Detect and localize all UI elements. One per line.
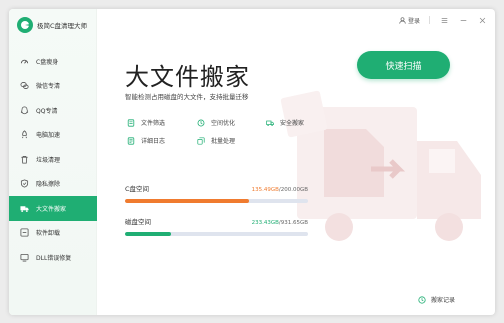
disk-total: /200.00GB: [278, 187, 308, 193]
uninstall-icon: [20, 228, 29, 237]
disk-used: 135.49GB: [251, 187, 279, 193]
feature-label: 安全搬家: [280, 120, 305, 127]
feature-safe-move: 安全搬家: [266, 118, 304, 127]
page-subtitle: 智能检测占用磁盘的大文件，支持批量迁移: [125, 93, 249, 101]
rocket-icon: [20, 130, 29, 139]
disk-usage-all: 磁盘空间 233.43GB/931.65GB: [125, 216, 308, 236]
log-icon: [127, 136, 135, 145]
disk-used: 233.43GB: [251, 220, 279, 226]
feature-label: 批量处理: [211, 138, 236, 145]
sidebar-item-4[interactable]: 电脑加速: [9, 123, 97, 148]
sidebar-item-9[interactable]: DLL错误修复: [9, 245, 97, 270]
quick-scan-button[interactable]: 快速扫描: [357, 51, 450, 79]
sidebar: 极简C盘清理大师 C盘瘦身微信专清 QQ专清电脑加速垃圾清理隐私擦除大文件搬家软件…: [9, 9, 97, 315]
disk-progress-fill: [125, 232, 171, 236]
feature-log: 详细日志: [127, 136, 165, 145]
sidebar-item-6[interactable]: 隐私擦除: [9, 172, 97, 197]
sidebar-item-label: 微信专清: [36, 83, 61, 91]
login-label: 登录: [407, 17, 420, 25]
feature-label: 文件筛选: [141, 120, 166, 127]
close-button[interactable]: [477, 15, 487, 25]
feature-label: 详细日志: [141, 138, 166, 145]
app-window: 极简C盘清理大师 C盘瘦身 微信专清 QQ专清 电脑加速 垃圾清理 隐私擦除 大文件搬家 软件…: [9, 9, 495, 315]
sidebar-item-label: 电脑加速: [36, 132, 61, 140]
shield-icon: [20, 179, 29, 188]
feature-label: 空间优化: [211, 120, 236, 127]
minimize-button[interactable]: [458, 15, 468, 25]
gauge-icon: [20, 57, 29, 66]
feature-batch: 批量处理: [197, 136, 235, 145]
wechat-icon: [20, 81, 29, 90]
space-optimize-icon: [197, 119, 205, 126]
sidebar-item-label: 隐私擦除: [36, 181, 61, 189]
sidebar-nav: C盘瘦身微信专清 QQ专清电脑加速垃圾清理隐私擦除大文件搬家软件卸载 DLL错误修复: [9, 49, 97, 270]
move-history-button[interactable]: 搬家记录: [418, 295, 455, 304]
history-label: 搬家记录: [430, 297, 455, 304]
minimize-icon: [460, 19, 466, 21]
file-filter-icon: [127, 118, 135, 127]
truck-icon: [20, 204, 29, 213]
app-title: 极简C盘清理大师: [37, 22, 88, 30]
qq-icon: [20, 106, 29, 115]
close-icon: [479, 17, 485, 23]
safe-move-icon: [266, 120, 274, 126]
sidebar-item-7[interactable]: 大文件搬家: [9, 196, 97, 221]
sidebar-item-2[interactable]: 微信专清: [9, 74, 97, 99]
sidebar-item-label: QQ专清: [36, 107, 58, 115]
feature-file-filter: 文件筛选: [127, 118, 165, 127]
sidebar-item-3[interactable]: QQ专清: [9, 98, 97, 123]
trash-icon: [20, 155, 29, 164]
truck-illustration: [280, 90, 481, 241]
disk-size: 135.49GB/200.00GB: [252, 187, 308, 193]
sidebar-item-label: 大文件搬家: [36, 205, 67, 213]
divider: [429, 16, 430, 24]
disk-progress-bar: [125, 232, 308, 236]
title-bar: 登录: [399, 15, 487, 25]
sidebar-item-label: 软件卸载: [36, 230, 61, 238]
disk-size: 233.43GB/931.65GB: [252, 220, 308, 226]
sidebar-item-8[interactable]: 软件卸载: [9, 221, 97, 246]
feature-space-optimize: 空间优化: [197, 118, 235, 127]
app-logo: 极简C盘清理大师: [17, 17, 87, 33]
disk-progress-fill: [125, 199, 249, 203]
hamburger-icon: [441, 17, 447, 23]
disk-label: 磁盘空间: [125, 218, 151, 226]
disk-progress-bar: [125, 199, 308, 203]
user-icon: [399, 16, 406, 24]
disk-total: /931.65GB: [278, 220, 308, 226]
sidebar-item-label: 垃圾清理: [36, 156, 61, 164]
disk-usage-c: C盘空间 135.49GB/200.00GB: [125, 183, 308, 203]
page-title: 大文件搬家: [125, 63, 250, 91]
sidebar-item-5[interactable]: 垃圾清理: [9, 147, 97, 172]
sidebar-item-label: C盘瘦身: [36, 58, 59, 66]
sidebar-item-label: DLL错误修复: [36, 254, 72, 262]
logo-icon: [17, 17, 33, 33]
clock-icon: [418, 295, 426, 304]
batch-icon: [197, 136, 205, 145]
menu-button[interactable]: [439, 15, 449, 25]
dll-repair-icon: [20, 253, 29, 262]
disk-label: C盘空间: [125, 185, 150, 193]
sidebar-item-1[interactable]: C盘瘦身: [9, 49, 97, 74]
login-button[interactable]: 登录: [399, 16, 420, 25]
